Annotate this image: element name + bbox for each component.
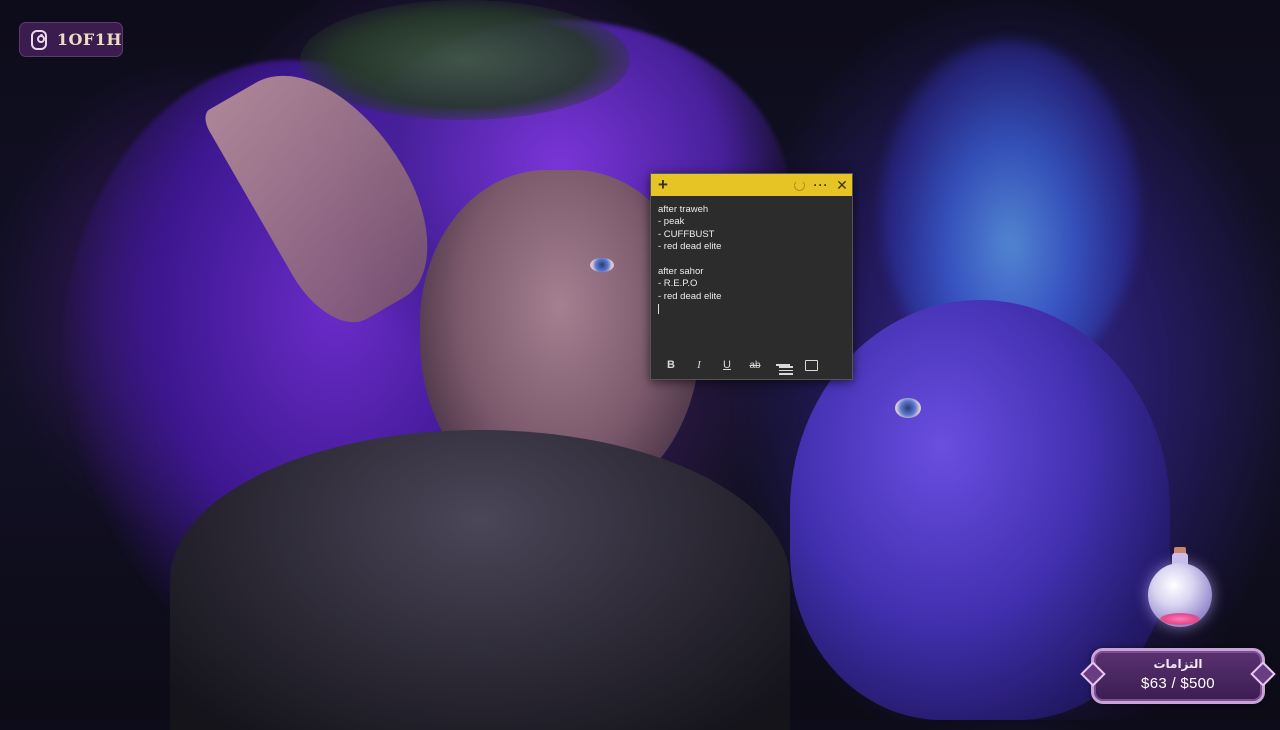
pledge-box: التزامات $63 / $500 <box>1091 648 1265 704</box>
format-toolbar: B I U ab <box>651 355 852 375</box>
note-line: - red dead elite <box>658 290 722 302</box>
sync-icon <box>791 174 807 196</box>
bullet-list-icon[interactable] <box>769 355 797 375</box>
pledge-amount: $63 / $500 <box>1141 675 1215 692</box>
new-note-icon[interactable]: + <box>655 174 671 196</box>
close-icon[interactable]: ✕ <box>834 174 850 196</box>
elf-hair-left <box>60 60 520 680</box>
elf-armor <box>170 430 790 730</box>
sticky-note-window[interactable]: + ··· ✕ after traweh - peak - CUFFBUST -… <box>650 173 853 380</box>
note-line: - CUFFBUST <box>658 228 715 240</box>
text-caret <box>658 303 659 314</box>
pledge-widget: التزامات $63 / $500 <box>1088 545 1268 705</box>
underline-icon[interactable]: U <box>713 355 741 375</box>
insert-image-icon[interactable] <box>797 355 825 375</box>
strikethrough-icon[interactable]: ab <box>741 355 769 375</box>
potion-liquid <box>1160 613 1200 625</box>
phoenix-eye <box>895 398 921 418</box>
note-text-area[interactable]: after traweh - peak - CUFFBUST - red dea… <box>651 196 852 348</box>
blue-flame <box>880 40 1140 380</box>
instagram-icon <box>31 29 47 50</box>
note-line: after sahor <box>658 265 704 277</box>
note-line <box>658 254 845 266</box>
bold-icon[interactable]: B <box>657 355 685 375</box>
social-handle: 1OF1H <box>56 30 122 49</box>
more-options-icon[interactable]: ··· <box>812 174 830 196</box>
note-line: after traweh <box>658 204 709 215</box>
text-cursor-line <box>658 303 845 315</box>
note-line: - R.E.P.O <box>658 278 698 290</box>
social-badge: 1OF1H <box>19 22 123 57</box>
elf-eye <box>590 258 614 272</box>
sticky-note-titlebar[interactable]: + ··· ✕ <box>651 174 852 196</box>
pledge-title: التزامات <box>1153 657 1203 671</box>
note-line: - peak <box>658 216 685 228</box>
elf-ear <box>200 39 460 341</box>
italic-icon[interactable]: I <box>685 355 713 375</box>
leaf-crown <box>300 0 630 120</box>
note-line: - red dead elite <box>658 241 722 253</box>
